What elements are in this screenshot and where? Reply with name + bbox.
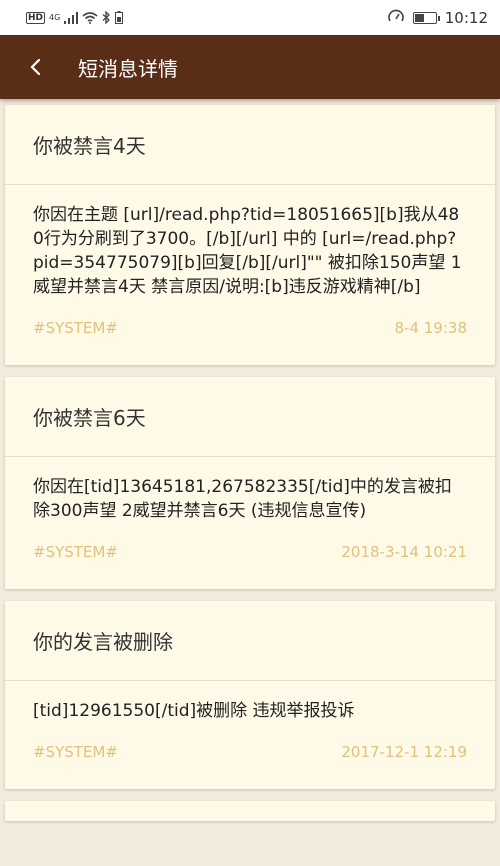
message-sender: #SYSTEM# <box>33 543 118 561</box>
wifi-icon <box>82 11 98 24</box>
status-indicators: HD 4G <box>26 11 124 24</box>
status-bar: HD 4G 10:12 <box>0 0 500 35</box>
status-right: 10:12 <box>387 9 488 27</box>
hd-badge: HD <box>26 11 46 24</box>
bluetooth-icon <box>102 11 111 24</box>
status-time: 10:12 <box>444 8 488 27</box>
battery-small-icon <box>115 11 124 24</box>
message-card[interactable]: 你的发言被删除 [tid]12961550[/tid]被删除 违规举报投诉 #S… <box>5 601 495 789</box>
message-card-partial[interactable] <box>5 801 495 821</box>
message-content: 你因在主题 [url]/read.php?tid=18051665][b]我从4… <box>33 205 462 297</box>
message-title: 你被禁言4天 <box>5 105 495 185</box>
network-type: 4G <box>49 12 61 22</box>
signal-icon <box>64 11 79 24</box>
message-time: 2017-12-1 12:19 <box>341 743 467 761</box>
message-title: 你的发言被删除 <box>5 601 495 681</box>
message-title: 你被禁言6天 <box>5 377 495 457</box>
message-card[interactable]: 你被禁言6天 你因在[tid]13645181,267582335[/tid]中… <box>5 377 495 589</box>
back-button[interactable] <box>0 35 72 99</box>
message-time: 2018-3-14 10:21 <box>341 543 467 561</box>
app-bar: 短消息详情 <box>0 35 500 99</box>
message-list[interactable]: 你被禁言4天 你因在主题 [url]/read.php?tid=18051665… <box>0 99 500 866</box>
message-content: 你因在[tid]13645181,267582335[/tid]中的发言被扣除3… <box>33 477 452 521</box>
page-title: 短消息详情 <box>78 56 178 81</box>
data-saver-icon <box>387 9 404 21</box>
message-sender: #SYSTEM# <box>33 319 118 337</box>
chevron-left-icon <box>30 58 41 76</box>
message-sender: #SYSTEM# <box>33 743 118 761</box>
battery-icon <box>412 11 440 24</box>
message-time: 8-4 19:38 <box>394 319 468 337</box>
message-card[interactable]: 你被禁言4天 你因在主题 [url]/read.php?tid=18051665… <box>5 105 495 365</box>
message-content: [tid]12961550[/tid]被删除 违规举报投诉 <box>33 701 355 721</box>
